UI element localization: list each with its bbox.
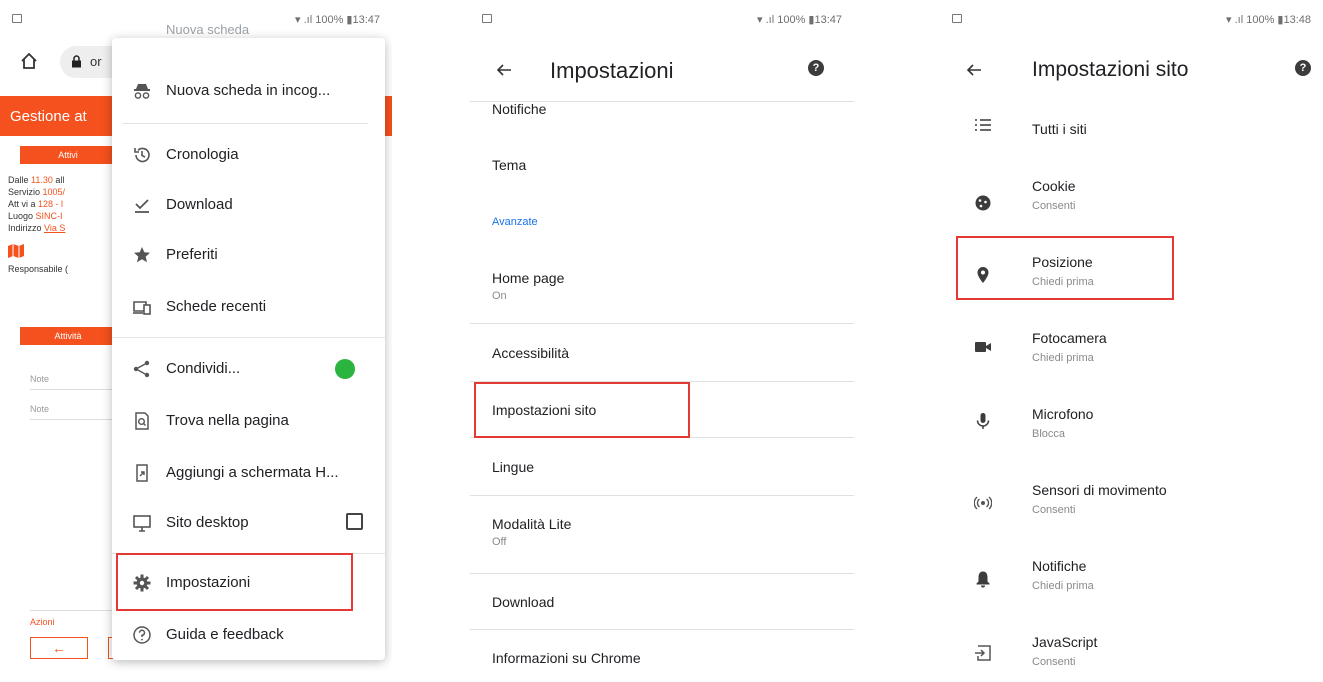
back-arrow-button[interactable]: ← bbox=[30, 637, 88, 659]
settings-panel: ▾ .ıl 100% ▮13:47 Impostazioni ? Notific… bbox=[470, 0, 854, 682]
whatsapp-icon[interactable] bbox=[335, 359, 355, 379]
settings-item-site-settings[interactable]: Impostazioni sito bbox=[470, 382, 854, 438]
menu-item-add-to-home[interactable]: Aggiungi a schermata H... bbox=[112, 448, 385, 498]
devices-icon bbox=[133, 301, 151, 315]
gallery-icon bbox=[12, 14, 22, 23]
list-icon bbox=[975, 119, 991, 131]
site-setting-javascript[interactable]: JavaScript Consenti bbox=[940, 616, 1323, 682]
site-line-place: Luogo SINC-I bbox=[8, 211, 63, 221]
site-settings-panel: ▾ .ıl 100% ▮13:48 Impostazioni sito ? Tu… bbox=[940, 0, 1323, 682]
settings-item-languages[interactable]: Lingue bbox=[470, 438, 854, 494]
microphone-icon bbox=[976, 413, 990, 429]
site-line-service: Servizio 1005/ bbox=[8, 187, 66, 197]
browser-panel: ▾ .ıl 100% ▮13:47 or Gestione at Attivi … bbox=[0, 0, 392, 682]
back-arrow-icon[interactable] bbox=[496, 62, 512, 78]
history-icon bbox=[134, 147, 150, 163]
attivita-button[interactable]: Attività bbox=[20, 327, 116, 345]
gallery-icon bbox=[952, 14, 962, 23]
page-title: Impostazioni bbox=[550, 58, 674, 83]
divider bbox=[112, 553, 385, 554]
settings-item-theme[interactable]: Tema bbox=[470, 135, 854, 193]
url-text: or bbox=[90, 54, 102, 69]
note-label: Note bbox=[30, 404, 50, 414]
incognito-icon bbox=[134, 84, 150, 99]
menu-item-download[interactable]: Download bbox=[112, 180, 385, 230]
cookie-icon bbox=[975, 195, 991, 211]
divider bbox=[30, 389, 120, 390]
home-icon[interactable] bbox=[20, 52, 38, 70]
menu-item-incognito[interactable]: Nuova scheda in incog... bbox=[112, 66, 385, 116]
location-pin-icon bbox=[977, 267, 989, 283]
battery-level: 100% bbox=[1246, 14, 1275, 26]
status-bar: ▾ .ıl 100% ▮13:48 bbox=[940, 0, 1323, 38]
site-setting-microphone[interactable]: Microfono Blocca bbox=[940, 388, 1323, 464]
help-circle-icon bbox=[133, 626, 151, 644]
gear-icon bbox=[133, 574, 151, 592]
site-line-time: Dalle 11.30 all bbox=[8, 175, 65, 185]
clock: 13:47 bbox=[814, 14, 842, 26]
signal-icon: ▾ .ıl bbox=[1226, 14, 1247, 26]
note-label: Note bbox=[30, 374, 50, 384]
settings-item-notifications[interactable]: Notifiche bbox=[470, 101, 854, 133]
help-icon[interactable]: ? bbox=[808, 60, 824, 76]
divider bbox=[122, 123, 368, 124]
overflow-menu: Nuova scheda Nuova scheda in incog... Cr… bbox=[112, 22, 385, 660]
settings-item-accessibility[interactable]: Accessibilità bbox=[470, 324, 854, 380]
settings-item-home-page[interactable]: Home page On bbox=[470, 250, 854, 322]
page-title: Impostazioni sito bbox=[1032, 58, 1189, 81]
star-icon bbox=[134, 247, 150, 263]
site-setting-camera[interactable]: Fotocamera Chiedi prima bbox=[940, 312, 1323, 388]
menu-item-new-tab[interactable]: Nuova scheda bbox=[112, 22, 385, 48]
arrow-left-icon: ← bbox=[52, 640, 66, 656]
lock-icon bbox=[72, 55, 81, 68]
site-responsible: Responsabile ( bbox=[8, 264, 69, 274]
motion-sensor-icon bbox=[974, 496, 992, 510]
add-home-icon bbox=[136, 464, 148, 482]
menu-item-find-in-page[interactable]: Trova nella pagina bbox=[112, 396, 385, 446]
download-icon bbox=[135, 199, 149, 213]
settings-item-lite-mode[interactable]: Modalità Lite Off bbox=[470, 496, 854, 572]
map-icon[interactable] bbox=[8, 244, 24, 258]
menu-item-recent-tabs[interactable]: Schede recenti bbox=[112, 282, 385, 332]
camera-icon bbox=[975, 342, 991, 352]
divider bbox=[30, 610, 120, 611]
settings-item-downloads[interactable]: Download bbox=[470, 574, 854, 630]
menu-item-help-feedback[interactable]: Guida e feedback bbox=[112, 610, 385, 660]
help-icon[interactable]: ? bbox=[1295, 60, 1311, 76]
site-setting-cookie[interactable]: Cookie Consenti bbox=[940, 160, 1323, 236]
menu-item-bookmarks[interactable]: Preferiti bbox=[112, 230, 385, 280]
site-header-title: Gestione at bbox=[10, 108, 87, 125]
javascript-icon bbox=[975, 645, 991, 661]
site-setting-location[interactable]: Posizione Chiedi prima bbox=[940, 236, 1323, 312]
attivi-button[interactable]: Attivi bbox=[20, 146, 116, 164]
battery-level: 100% bbox=[777, 14, 806, 26]
section-header-advanced: Avanzate bbox=[492, 216, 538, 228]
desktop-icon bbox=[133, 515, 151, 532]
azioni-label: Azioni bbox=[30, 617, 55, 627]
divider bbox=[112, 337, 385, 338]
settings-item-about-chrome[interactable]: Informazioni su Chrome bbox=[470, 630, 854, 682]
share-icon bbox=[133, 360, 150, 378]
site-line-activity: Att vi a 128 - l bbox=[8, 199, 64, 209]
menu-item-desktop-site[interactable]: Sito desktop bbox=[112, 498, 385, 548]
site-setting-all-sites[interactable]: Tutti i siti bbox=[940, 92, 1323, 168]
site-setting-motion-sensors[interactable]: Sensori di movimento Consenti bbox=[940, 464, 1323, 540]
site-setting-notifications[interactable]: Notifiche Chiedi prima bbox=[940, 540, 1323, 616]
menu-item-history[interactable]: Cronologia bbox=[112, 130, 385, 180]
find-icon bbox=[135, 412, 149, 430]
app-bar: Impostazioni ? bbox=[470, 40, 854, 102]
desktop-site-checkbox[interactable] bbox=[346, 513, 363, 530]
divider bbox=[30, 419, 120, 420]
menu-item-settings[interactable]: Impostazioni bbox=[112, 558, 385, 608]
clock: 13:48 bbox=[1283, 14, 1311, 26]
back-arrow-icon[interactable] bbox=[966, 62, 982, 78]
site-line-address[interactable]: Indirizzo Via S bbox=[8, 223, 65, 233]
signal-icon: ▾ .ıl bbox=[757, 14, 778, 26]
menu-item-share[interactable]: Condividi... bbox=[112, 344, 385, 394]
status-bar: ▾ .ıl 100% ▮13:47 bbox=[470, 0, 854, 38]
gallery-icon bbox=[482, 14, 492, 23]
bell-icon bbox=[976, 571, 990, 588]
